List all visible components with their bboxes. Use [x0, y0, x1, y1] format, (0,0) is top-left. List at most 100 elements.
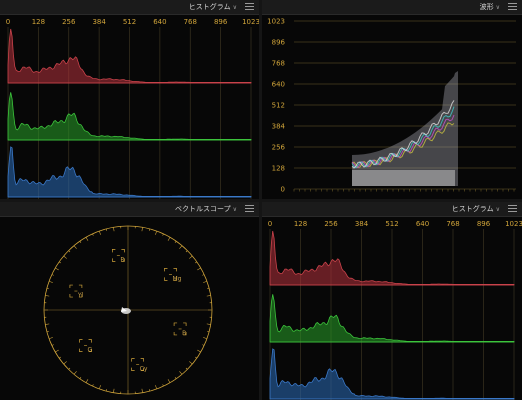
vectorscope-tick: [51, 344, 54, 346]
vectorscope-tick: [206, 323, 211, 325]
histogram-top-tick-labels: 0 128 256 384 512 640 768 896 1023: [6, 18, 259, 26]
histogram-tick-label: 768: [184, 18, 197, 26]
vectorscope-tick: [55, 349, 59, 353]
waveform-tick-label: 384: [272, 123, 286, 131]
target-corner: [69, 284, 73, 289]
vectorscope-tick: [197, 349, 201, 353]
histogram-top-title-dropdown[interactable]: ヒストグラム ∨: [189, 0, 237, 15]
vectorscope-tick: [162, 384, 164, 387]
vectorscope-header: ベクトルスコープ ∨: [0, 202, 259, 217]
vectorscope-graph: R Mg B Cy G Yl: [43, 225, 213, 395]
vectorscope-tick: [85, 237, 89, 241]
histogram-tick-label: 768: [446, 220, 459, 228]
vectorscope-target-label: Yl: [77, 292, 84, 299]
vectorscope-target-box: Mg: [164, 268, 182, 282]
histogram-tick-label: 128: [32, 18, 45, 26]
target-corner: [78, 284, 83, 289]
histogram-top-grid: [7, 27, 252, 199]
vectorscope-tick: [59, 356, 62, 359]
vectorscope-tick: [206, 295, 211, 297]
vectorscope-tick: [179, 245, 183, 249]
histogram-top-header: ヒストグラム ∨: [0, 0, 259, 15]
waveform-panel: 波形 ∨ 1023 896 768 640 512 384 256 128 0: [262, 0, 522, 199]
target-corner: [173, 322, 178, 326]
waveform-trace: [351, 71, 458, 186]
histogram-bottom-title-dropdown[interactable]: ヒストグラム ∨: [452, 202, 500, 217]
histogram-tick-label: 896: [214, 18, 228, 26]
target-corner: [131, 358, 135, 362]
vectorscope-target-label: Cy: [140, 366, 148, 373]
vectorscope-tick: [45, 323, 50, 325]
vectorscope-title: ベクトルスコープ: [175, 205, 231, 213]
target-corner: [131, 367, 135, 371]
histogram-bottom-title: ヒストグラム: [451, 205, 494, 213]
histogram-tick-label: 384: [355, 220, 369, 228]
options-menu-icon[interactable]: [508, 205, 517, 213]
vectorscope-target-label: R: [120, 256, 124, 263]
vectorscope-tick: [167, 237, 171, 241]
panel-divider-horizontal[interactable]: [0, 199, 522, 202]
vectorscope-target-box: Cy: [131, 358, 148, 373]
histogram-bottom-graph: 0 128 256 384 512 640 768 896 1023: [268, 220, 522, 400]
chevron-down-icon: ∨: [495, 206, 500, 213]
vectorscope-tick: [113, 227, 115, 232]
vectorscope-target-label: B: [182, 330, 186, 337]
vectorscope-tick: [98, 230, 101, 235]
vectorscope-tick: [203, 280, 208, 283]
options-menu-icon[interactable]: [508, 3, 517, 11]
target-corner: [69, 294, 73, 298]
vectorscope-target-box: Yl: [69, 284, 84, 299]
target-corner: [173, 331, 178, 336]
histogram-top-title: ヒストグラム: [188, 3, 231, 11]
vectorscope-tick: [79, 376, 82, 379]
target-corner: [79, 339, 83, 343]
histogram-tick-label: 128: [294, 220, 307, 228]
vectorscope-tick: [162, 233, 164, 236]
histogram-tick-label: 1023: [242, 18, 259, 26]
histogram-tick-label: 1023: [505, 220, 522, 228]
vectorscope-tick: [189, 255, 193, 259]
vectorscope-tick: [141, 227, 143, 232]
vectorscope-tick: [98, 385, 101, 390]
vectorscope-title-dropdown[interactable]: ベクトルスコープ ∨: [175, 202, 237, 217]
options-menu-icon[interactable]: [245, 3, 254, 11]
target-corner: [164, 268, 168, 272]
vectorscope-target-label: G: [88, 347, 93, 354]
target-corner: [164, 277, 168, 281]
vectorscope-target-box: B: [173, 322, 187, 337]
chevron-down-icon: ∨: [232, 206, 237, 213]
vectorscope-tick: [63, 361, 67, 365]
waveform-title-dropdown[interactable]: 波形 ∨: [480, 0, 500, 15]
vectorscope-tick: [155, 230, 158, 235]
vectorscope-tick: [68, 367, 71, 370]
target-corner: [88, 339, 92, 343]
histogram-tick-label: 256: [324, 220, 338, 228]
histogram-bottom-grid: [269, 229, 515, 400]
histogram-tick-label: 640: [416, 220, 429, 228]
vectorscope-tick: [68, 250, 71, 253]
chevron-down-icon: ∨: [495, 4, 500, 11]
options-menu-icon[interactable]: [245, 205, 254, 213]
target-corner: [183, 322, 187, 326]
vectorscope-tick: [73, 245, 77, 249]
waveform-title: 波形: [479, 3, 494, 11]
histogram-top-graph: 0 128 256 384 512 640 768 896 1023: [6, 18, 259, 199]
vectorscope-tick: [55, 267, 59, 271]
vectorscope-tick: [63, 255, 67, 259]
vectorscope-tick: [189, 361, 193, 365]
vectorscope-tick: [194, 261, 197, 264]
vectorscope-tick: [155, 385, 158, 390]
vectorscope-tick: [185, 367, 188, 370]
histogram-panel-bottom: ヒストグラム ∨ 0 128 256 384 512 640 768 896 1023: [262, 202, 522, 400]
target-corner: [140, 358, 144, 362]
vectorscope-tick: [79, 241, 82, 244]
target-corner: [112, 258, 116, 262]
vectorscope-tick: [185, 250, 188, 253]
waveform-tick-label: 128: [272, 165, 285, 173]
vectorscope-tick: [92, 384, 94, 387]
vectorscope-tick: [51, 274, 54, 276]
vectorscope-tick: [48, 280, 53, 283]
target-corner: [121, 249, 125, 253]
histogram-tick-label: 256: [62, 18, 76, 26]
waveform-tick-label: 0: [281, 186, 285, 194]
